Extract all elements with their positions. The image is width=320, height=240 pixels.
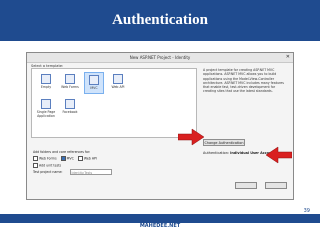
test-project-input[interactable]: Identity.Tests <box>69 169 112 175</box>
slide-title-banner: Authentication <box>0 0 320 41</box>
mvc-template-icon <box>89 75 99 85</box>
arrow-to-change-auth-icon <box>178 128 204 146</box>
mvc-checkbox[interactable] <box>60 156 66 161</box>
empty-template-icon <box>41 74 51 84</box>
footer-brand: MAHEDEE.NET <box>139 223 181 229</box>
web-api-checkbox[interactable] <box>77 156 83 161</box>
close-icon[interactable]: ✕ <box>286 53 290 62</box>
footer-bar <box>0 214 320 223</box>
template-empty[interactable]: Empty <box>36 72 56 94</box>
facebook-template-icon <box>65 99 75 109</box>
template-spa[interactable]: Single Page Application <box>36 97 56 123</box>
template-description: A project template for creating ASP.NET … <box>203 68 284 94</box>
cancel-button[interactable] <box>265 182 287 189</box>
dialog-buttons <box>232 174 287 193</box>
slide-title: Authentication <box>112 12 208 28</box>
dialog-title: New ASP.NET Project - Identity <box>129 55 191 60</box>
auth-label: Authentication: <box>203 151 230 155</box>
template-mvc[interactable]: MVC <box>84 72 104 94</box>
template-web-api[interactable]: Web API <box>108 72 128 94</box>
test-project-label: Test project name: <box>33 170 63 174</box>
template-facebook[interactable]: Facebook <box>60 97 80 119</box>
dialog-titlebar: New ASP.NET Project - Identity ✕ <box>27 53 293 63</box>
change-authentication-button[interactable]: Change Authentication <box>203 139 245 146</box>
unit-tests-checkbox[interactable] <box>33 163 38 168</box>
web-forms-checkbox[interactable] <box>33 156 38 161</box>
ok-button[interactable] <box>234 182 257 189</box>
web-forms-template-icon <box>65 74 75 84</box>
web-api-template-icon <box>113 74 123 84</box>
template-list: Empty Web Forms MVC Web API Single Page … <box>31 68 197 138</box>
spa-template-icon <box>41 99 51 109</box>
add-folders-label: Add folders and core references for: <box>33 150 91 154</box>
folder-options: Add folders and core references for: Web… <box>33 150 97 168</box>
new-project-dialog: New ASP.NET Project - Identity ✕ Select … <box>26 52 294 200</box>
test-project-row: Test project name: Identity.Tests <box>33 169 112 175</box>
arrow-to-auth-value-icon <box>266 146 292 164</box>
template-web-forms[interactable]: Web Forms <box>60 72 80 94</box>
